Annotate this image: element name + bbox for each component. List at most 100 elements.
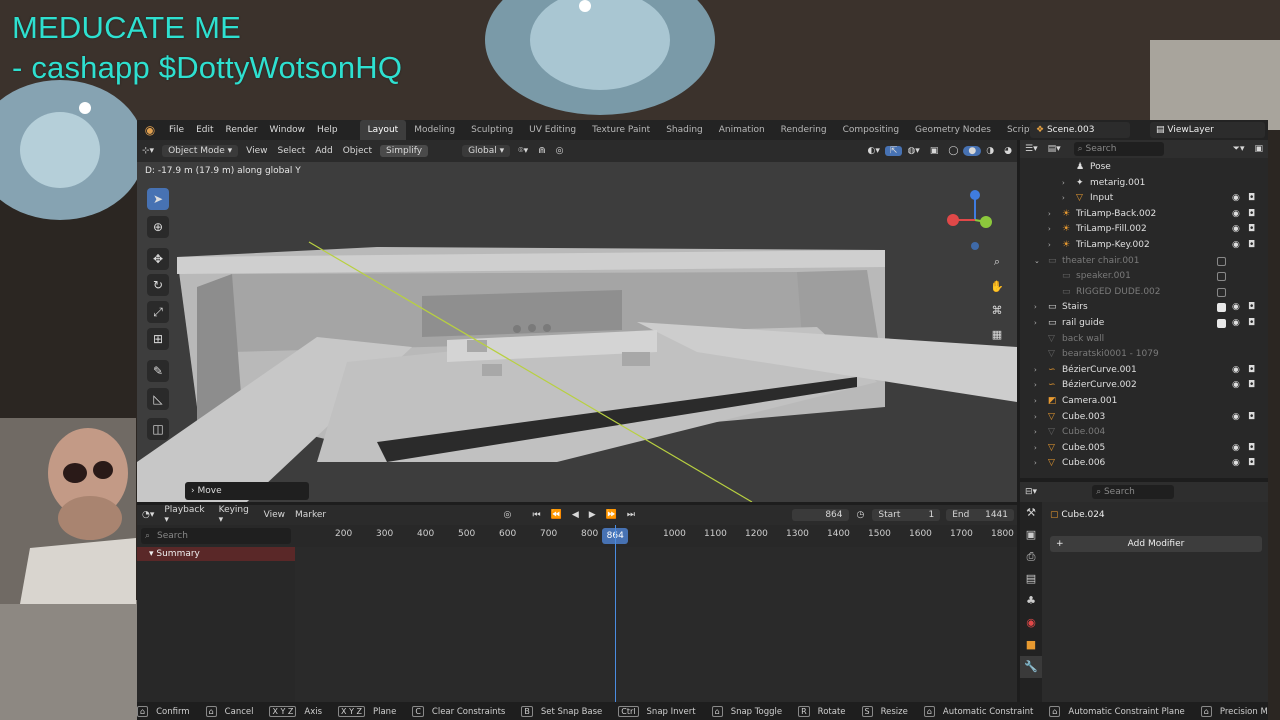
timeline-body[interactable]: ▾ Summary [137,525,1017,702]
render-camera-icon[interactable]: ◘ [1248,191,1255,207]
orientation-dropdown[interactable]: Global ▾ [462,145,511,157]
start-frame-field[interactable]: Start 1 [872,509,941,521]
menu-keying[interactable]: Keying ▾ [214,505,259,525]
outliner-row[interactable]: › ✦ metarig.001 [1020,176,1268,192]
zoom-icon[interactable]: ⌕ [987,252,1007,272]
output-tab-icon[interactable]: ⎙ [1020,546,1042,568]
expand-toggle-icon[interactable]: › [1062,176,1065,192]
transform-tool-icon[interactable]: ⊞ [147,328,169,350]
eye-icon[interactable]: ◉ [1232,238,1240,254]
eye-icon[interactable]: ◉ [1232,222,1240,238]
outliner-row[interactable]: ♟ Pose [1020,160,1268,176]
menu-file[interactable]: File [163,120,190,140]
play-icon[interactable]: ▶ [584,510,601,520]
tab-sculpting[interactable]: Sculpting [463,120,521,140]
tab-rendering[interactable]: Rendering [773,120,835,140]
tool-tab-icon[interactable]: ⚒ [1020,502,1042,524]
eye-icon[interactable]: ◉ [1232,363,1240,379]
tab-uv-editing[interactable]: UV Editing [521,120,584,140]
measure-tool-icon[interactable]: ◺ [147,388,169,410]
summary-channel[interactable]: ▾ Summary [137,547,295,561]
scale-tool-icon[interactable]: ⤢ [147,301,169,323]
filter-icon[interactable]: ⏷▾ [1228,144,1250,154]
outliner-row[interactable]: ▭ RIGGED DUDE.002 [1020,285,1268,301]
exclude-checkbox[interactable] [1217,272,1226,282]
menu-window[interactable]: Window [264,120,312,140]
tab-shading[interactable]: Shading [658,120,711,140]
play-reverse-icon[interactable]: ◀ [567,510,584,520]
eye-icon[interactable]: ◉ [1232,456,1240,472]
expand-toggle-icon[interactable]: › [1048,238,1051,254]
eye-icon[interactable]: ◉ [1232,441,1240,457]
scene-tab-icon[interactable]: ♣ [1020,590,1042,612]
end-frame-field[interactable]: End 1441 [946,509,1014,521]
view-layer-selector[interactable]: ▤ ViewLayer [1150,122,1265,138]
wireframe-shading-icon[interactable]: ◯ [943,146,963,156]
menu-timeline-view[interactable]: View [259,510,290,520]
visibility-icon[interactable]: ◐▾ [863,146,885,156]
eye-icon[interactable]: ◉ [1232,207,1240,223]
expand-toggle-icon[interactable]: › [1034,410,1037,426]
menu-marker[interactable]: Marker [290,510,331,520]
outliner-row[interactable]: › ▽ Cube.004 [1020,425,1268,441]
move-operator-panel[interactable]: › Move [185,482,309,500]
display-mode-icon[interactable]: ▤▾ [1043,144,1066,154]
menu-playback[interactable]: Playback ▾ [159,505,213,525]
tab-compositing[interactable]: Compositing [835,120,907,140]
expand-toggle-icon[interactable]: › [1062,191,1065,207]
menu-add[interactable]: Add [310,146,337,156]
auto-key-icon[interactable]: ◎ [499,510,517,520]
tab-texture-paint[interactable]: Texture Paint [584,120,658,140]
eye-icon[interactable]: ◉ [1232,191,1240,207]
eye-icon[interactable]: ◉ [1232,410,1240,426]
render-shading-icon[interactable]: ◕ [999,146,1017,156]
simplify-button[interactable]: Simplify [380,145,429,157]
prev-keyframe-icon[interactable]: ⏪ [546,510,567,520]
annotate-tool-icon[interactable]: ✎ [147,360,169,382]
outliner-row[interactable]: › ▽ Input ◉ ◘ [1020,191,1268,207]
outliner-row[interactable]: › ▭ Stairs ◉ ◘ [1020,300,1268,316]
outliner-row[interactable]: › ▽ Cube.003 ◉ ◘ [1020,410,1268,426]
world-tab-icon[interactable]: ◉ [1020,612,1042,634]
mode-dropdown[interactable]: Object Mode ▾ [162,145,239,157]
eye-icon[interactable]: ◉ [1232,316,1240,332]
tab-geometry-nodes[interactable]: Geometry Nodes [907,120,999,140]
add-modifier-button[interactable]: + Add Modifier [1050,536,1262,552]
expand-toggle-icon[interactable]: › [1034,378,1037,394]
render-camera-icon[interactable]: ◘ [1248,207,1255,223]
exclude-checkbox[interactable] [1217,287,1226,297]
gizmo-icon[interactable]: ⇱ [884,146,903,156]
expand-toggle-icon[interactable]: › [1034,441,1037,457]
material-shading-icon[interactable]: ◑ [981,146,999,156]
eye-icon[interactable]: ◉ [1232,300,1240,316]
render-camera-icon[interactable]: ◘ [1248,300,1255,316]
solid-shading-icon[interactable]: ● [963,146,982,156]
exclude-checkbox[interactable] [1217,319,1226,328]
eye-icon[interactable]: ◉ [1232,378,1240,394]
outliner-row[interactable]: › ▽ Cube.006 ◉ ◘ [1020,456,1268,472]
outliner-row[interactable]: › ▭ rail guide ◉ ◘ [1020,316,1268,332]
expand-toggle-icon[interactable]: › [1034,363,1037,379]
jump-start-icon[interactable]: ⏮ [528,510,546,520]
render-camera-icon[interactable]: ◘ [1248,316,1255,332]
expand-toggle-icon[interactable]: › [1034,425,1037,441]
outliner-editor-icon[interactable]: ☰▾ [1020,144,1043,154]
object-tab-icon[interactable]: ■ [1020,634,1042,656]
perspective-toggle-icon[interactable]: ▦ [987,324,1007,344]
menu-view[interactable]: View [241,146,272,156]
move-tool-icon[interactable]: ✥ [147,248,169,270]
next-keyframe-icon[interactable]: ⏩ [601,510,622,520]
modifier-tab-icon[interactable]: 🔧 [1020,656,1042,678]
expand-toggle-icon[interactable]: › [1048,207,1051,223]
outliner-row[interactable]: › ☀ TriLamp-Back.002 ◉ ◘ [1020,207,1268,223]
render-camera-icon[interactable]: ◘ [1248,238,1255,254]
rotate-tool-icon[interactable]: ↻ [147,274,169,296]
render-camera-icon[interactable]: ◘ [1248,378,1255,394]
outliner-row[interactable]: › ∽ BézierCurve.002 ◉ ◘ [1020,378,1268,394]
editor-type-icon[interactable]: ⊹▾ [137,146,159,156]
exclude-checkbox[interactable] [1217,256,1226,266]
timeline-search-input[interactable]: ⌕ Search [141,528,291,544]
snap-icon[interactable]: ⋒ [533,146,551,156]
outliner-search-input[interactable]: ⌕ Search [1073,142,1164,156]
pivot-icon[interactable]: ⌾▾ [513,146,533,156]
